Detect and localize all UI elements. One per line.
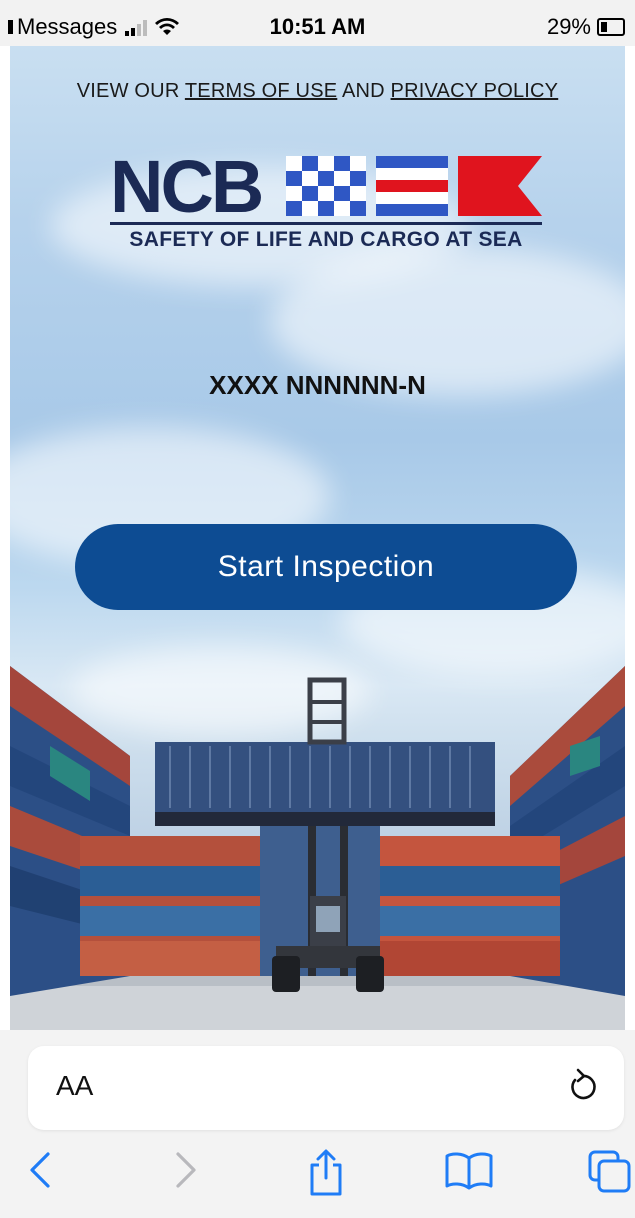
terms-prefix: VIEW OUR [76,80,180,102]
battery-icon [597,18,625,36]
hero-background: VIEW OUR TERMS OF USE AND PRIVACY POLICY… [10,46,625,1030]
logo-divider [110,222,542,225]
logo-tagline: SAFETY OF LIFE AND CARGO AT SEA [129,228,523,251]
tabs-icon[interactable] [586,1148,632,1194]
terms-line: VIEW OUR TERMS OF USE AND PRIVACY POLICY [10,80,625,103]
ncb-logo: NCB SAFETY OF LIFE AND CARGO AT SEA [110,145,542,266]
battery: 29% [547,14,625,40]
signal-flags-icon [286,156,542,216]
browser-toolbar: AA [0,1030,635,1218]
terms-and: AND [341,80,385,102]
status-bar: Messages 10:51 AM 29% [0,0,635,46]
browser-nav-row [0,1148,635,1208]
text-size-button[interactable]: AA [56,1070,93,1102]
battery-level [601,22,607,32]
share-icon[interactable] [306,1148,346,1198]
address-bar[interactable]: AA [28,1046,624,1130]
logo-wordmark: NCB [110,145,264,228]
start-inspection-button[interactable]: Start Inspection [75,524,577,610]
battery-percent: 29% [546,14,591,39]
text-size-label: AA [56,1070,94,1101]
forward-icon[interactable] [172,1148,200,1192]
reload-icon[interactable] [566,1066,600,1106]
terms-of-use-link[interactable]: TERMS OF USE [185,80,337,102]
privacy-policy-link[interactable]: PRIVACY POLICY [391,80,559,102]
clock: 10:51 AM [269,14,366,39]
container-code: XXXX NNNNNN-N [209,370,426,400]
bookmarks-icon[interactable] [444,1148,494,1194]
back-icon[interactable] [26,1148,54,1192]
